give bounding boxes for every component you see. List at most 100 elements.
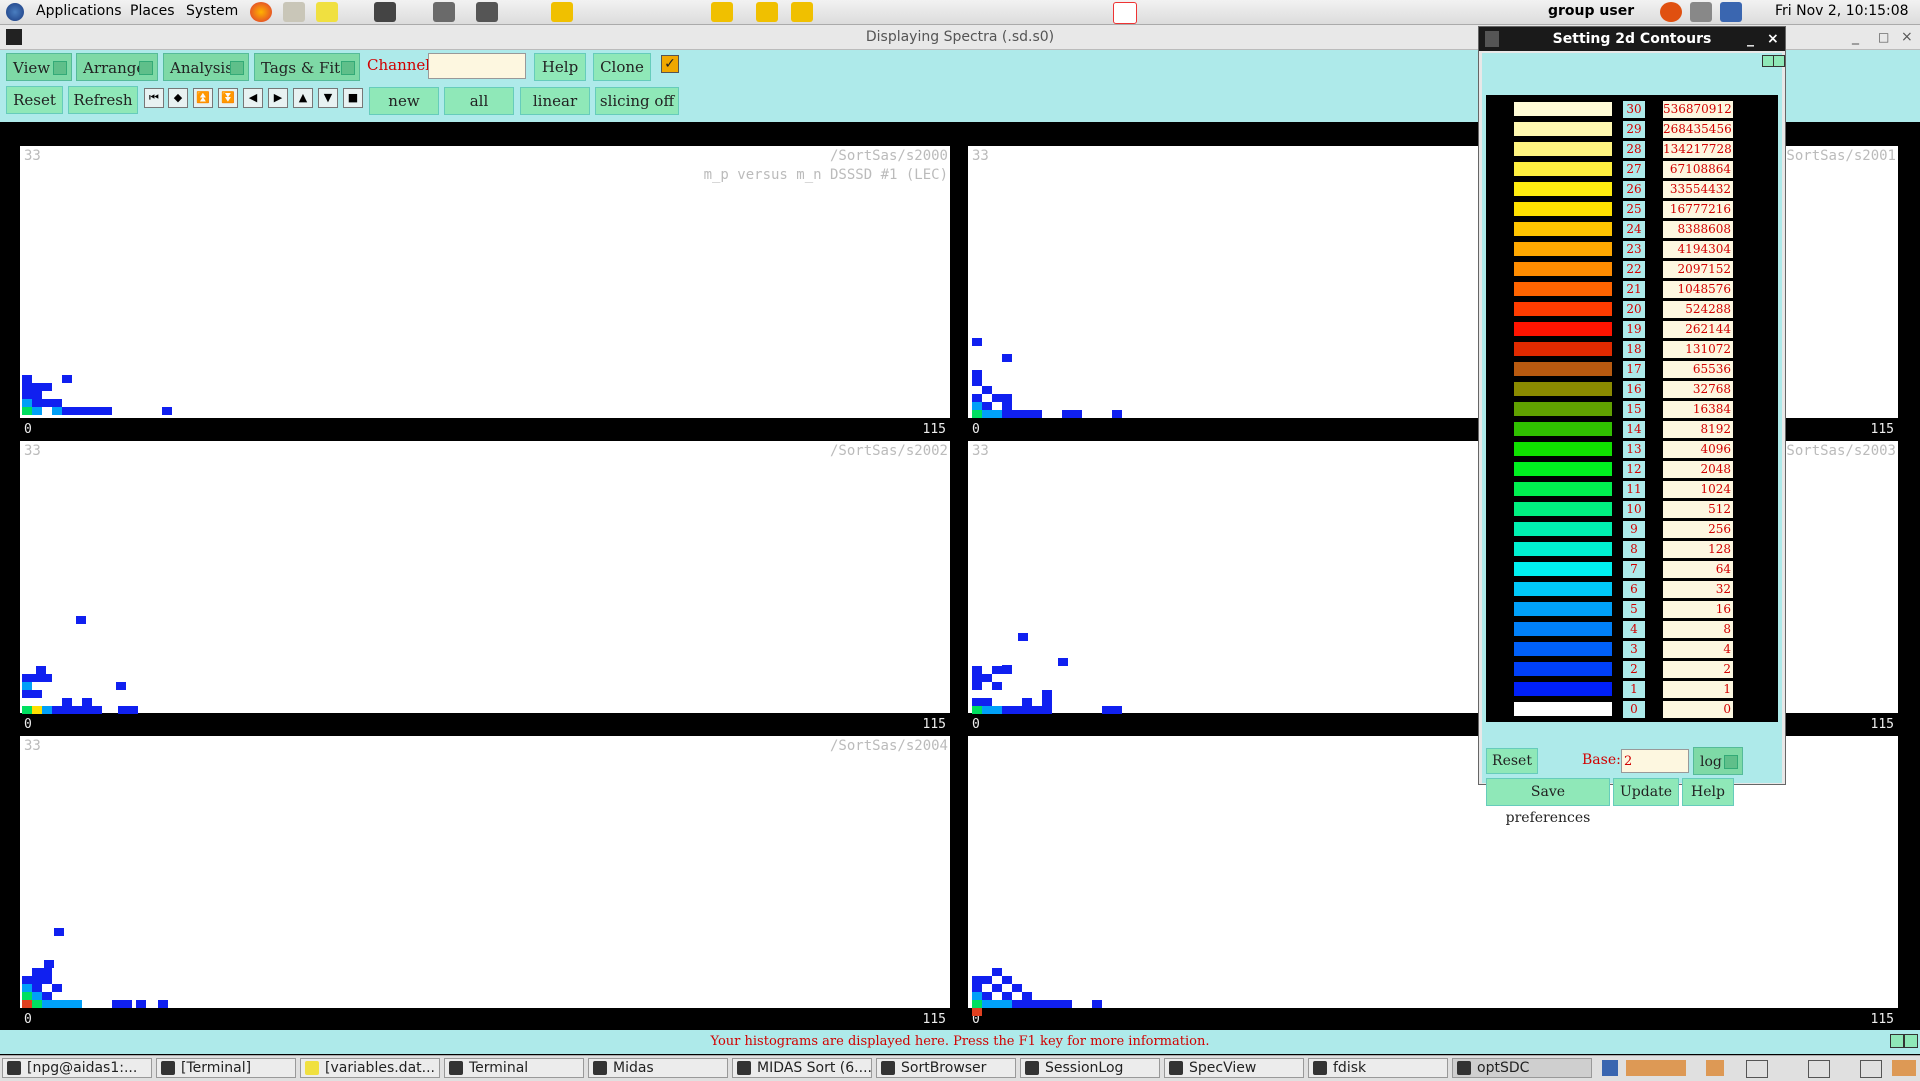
level-swatch[interactable] bbox=[1514, 402, 1612, 416]
level-value[interactable]: 1048576 bbox=[1663, 281, 1733, 298]
down-icon[interactable]: ▼ bbox=[318, 88, 338, 108]
close-icon[interactable]: × bbox=[1901, 25, 1913, 49]
channel-input[interactable] bbox=[428, 53, 526, 79]
task-sortbrowser[interactable]: SortBrowser bbox=[876, 1058, 1016, 1078]
level-swatch[interactable] bbox=[1514, 522, 1612, 536]
level-value[interactable]: 16 bbox=[1663, 601, 1733, 618]
level-swatch[interactable] bbox=[1514, 102, 1612, 116]
places-menu[interactable]: Places bbox=[130, 3, 175, 19]
level-swatch[interactable] bbox=[1514, 122, 1612, 136]
level-value[interactable]: 536870912 bbox=[1663, 101, 1733, 118]
maximize-icon[interactable]: □ bbox=[1878, 25, 1889, 49]
spectrum-panel[interactable] bbox=[20, 146, 950, 418]
spectrum-panel[interactable] bbox=[20, 441, 950, 713]
level-swatch[interactable] bbox=[1514, 422, 1612, 436]
page-down-icon[interactable]: ⏬ bbox=[218, 88, 238, 108]
stop-icon[interactable]: ■ bbox=[343, 88, 363, 108]
firefox-icon[interactable] bbox=[1706, 1060, 1724, 1076]
camera-icon[interactable] bbox=[476, 2, 498, 22]
task-specview[interactable]: SpecView bbox=[1164, 1058, 1304, 1078]
minimize-icon[interactable] bbox=[1890, 1034, 1904, 1048]
level-swatch[interactable] bbox=[1514, 282, 1612, 296]
level-value[interactable]: 33554432 bbox=[1663, 181, 1733, 198]
clone-button[interactable]: Clone bbox=[593, 53, 651, 81]
level-value[interactable]: 4 bbox=[1663, 641, 1733, 658]
midas-launcher-icon[interactable] bbox=[756, 2, 778, 22]
task-midas-sort[interactable]: MIDAS Sort (6.... bbox=[732, 1058, 872, 1078]
spectrum-panel[interactable] bbox=[968, 441, 1478, 713]
arrange-menu[interactable]: Arrange bbox=[76, 53, 158, 81]
level-value[interactable]: 2097152 bbox=[1663, 261, 1733, 278]
page-up-icon[interactable]: ⏫ bbox=[193, 88, 213, 108]
level-value[interactable]: 262144 bbox=[1663, 321, 1733, 338]
level-value[interactable]: 4096 bbox=[1663, 441, 1733, 458]
window-list-icon[interactable] bbox=[1860, 1060, 1882, 1078]
level-swatch[interactable] bbox=[1514, 342, 1612, 356]
level-swatch[interactable] bbox=[1514, 322, 1612, 336]
task-npg[interactable]: [npg@aidas1:... bbox=[2, 1058, 152, 1078]
level-swatch[interactable] bbox=[1514, 242, 1612, 256]
task-terminal[interactable]: [Terminal] bbox=[156, 1058, 296, 1078]
tags-fits-menu[interactable]: Tags & Fits bbox=[254, 53, 360, 81]
level-swatch[interactable] bbox=[1514, 142, 1612, 156]
base-input[interactable] bbox=[1621, 749, 1689, 773]
midas-launcher-icon[interactable] bbox=[551, 2, 573, 22]
level-value[interactable]: 2 bbox=[1663, 661, 1733, 678]
level-value[interactable]: 32768 bbox=[1663, 381, 1733, 398]
mail-icon[interactable] bbox=[283, 2, 305, 22]
volume-icon[interactable] bbox=[1690, 2, 1712, 22]
minimize-icon[interactable]: _ bbox=[1747, 27, 1754, 51]
checkbox[interactable]: ✓ bbox=[661, 55, 679, 73]
workspace-icon[interactable] bbox=[1602, 1060, 1618, 1076]
level-swatch[interactable] bbox=[1514, 462, 1612, 476]
level-value[interactable]: 268435456 bbox=[1663, 121, 1733, 138]
level-value[interactable]: 524288 bbox=[1663, 301, 1733, 318]
level-value[interactable]: 1024 bbox=[1663, 481, 1733, 498]
level-value[interactable]: 8192 bbox=[1663, 421, 1733, 438]
level-value[interactable]: 4194304 bbox=[1663, 241, 1733, 258]
level-value[interactable]: 1 bbox=[1663, 681, 1733, 698]
help-button[interactable]: Help bbox=[1682, 778, 1734, 806]
firefox-icon[interactable] bbox=[1892, 1060, 1916, 1076]
settings-icon[interactable] bbox=[1660, 2, 1682, 22]
linear-button[interactable]: linear bbox=[520, 87, 590, 115]
minimize-icon[interactable]: _ bbox=[1852, 25, 1859, 49]
spectrum-panel[interactable] bbox=[968, 146, 1478, 418]
level-swatch[interactable] bbox=[1514, 682, 1612, 696]
terminal-launcher-icon[interactable] bbox=[374, 2, 396, 22]
spectrum-panel[interactable] bbox=[20, 736, 950, 1008]
window-list-icon[interactable] bbox=[1808, 1060, 1830, 1078]
view-menu[interactable]: View bbox=[6, 53, 72, 81]
task-variables[interactable]: [variables.dat... bbox=[300, 1058, 440, 1078]
level-swatch[interactable] bbox=[1514, 502, 1612, 516]
level-value[interactable]: 134217728 bbox=[1663, 141, 1733, 158]
level-swatch[interactable] bbox=[1514, 302, 1612, 316]
reset-button[interactable]: Reset bbox=[6, 86, 63, 114]
level-value[interactable]: 512 bbox=[1663, 501, 1733, 518]
level-swatch[interactable] bbox=[1514, 482, 1612, 496]
level-value[interactable]: 0 bbox=[1663, 701, 1733, 718]
level-swatch[interactable] bbox=[1514, 542, 1612, 556]
applications-menu[interactable]: Applications bbox=[36, 3, 122, 19]
level-swatch[interactable] bbox=[1514, 442, 1612, 456]
task-sessionlog[interactable]: SessionLog bbox=[1020, 1058, 1160, 1078]
level-value[interactable]: 32 bbox=[1663, 581, 1733, 598]
level-value[interactable]: 2048 bbox=[1663, 461, 1733, 478]
level-swatch[interactable] bbox=[1514, 662, 1612, 676]
analysis-menu[interactable]: Analysis bbox=[163, 53, 249, 81]
level-value[interactable]: 67108864 bbox=[1663, 161, 1733, 178]
slicing-button[interactable]: slicing off bbox=[595, 87, 679, 115]
new-button[interactable]: new bbox=[369, 87, 439, 115]
firefox-icon[interactable] bbox=[1626, 1060, 1686, 1076]
task-optsdc[interactable]: optSDC bbox=[1452, 1058, 1592, 1078]
level-swatch[interactable] bbox=[1514, 162, 1612, 176]
task-fdisk[interactable]: fdisk bbox=[1308, 1058, 1448, 1078]
calculator-icon[interactable] bbox=[433, 2, 455, 22]
window-list-icon[interactable] bbox=[1746, 1060, 1768, 1078]
level-swatch[interactable] bbox=[1514, 182, 1612, 196]
task-terminal2[interactable]: Terminal bbox=[444, 1058, 584, 1078]
first-icon[interactable]: ⏮ bbox=[144, 88, 164, 108]
level-swatch[interactable] bbox=[1514, 362, 1612, 376]
level-swatch[interactable] bbox=[1514, 702, 1612, 716]
expand-horizontal-icon[interactable]: ◆ bbox=[168, 88, 188, 108]
